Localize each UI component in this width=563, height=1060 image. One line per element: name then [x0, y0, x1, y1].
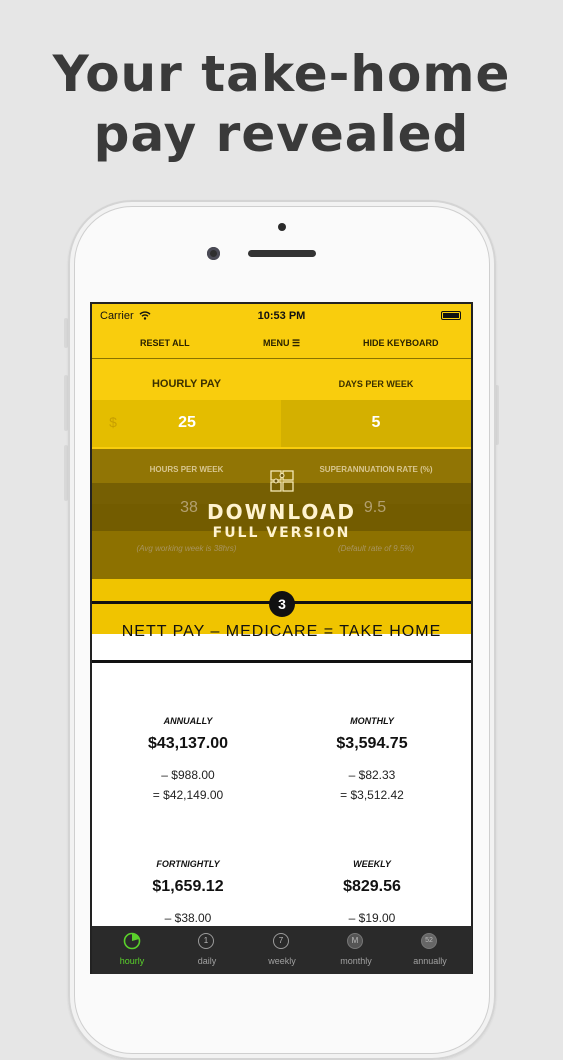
result-take-home: = $3,512.42 — [340, 788, 404, 802]
result-fortnightly: FORTNIGHTLY $1,659.12 – $38.00 — [98, 859, 278, 928]
weekly-icon: 7 — [273, 933, 289, 949]
days-per-week-label: DAYS PER WEEK — [338, 379, 414, 389]
app-toolbar: RESET ALL MENU ☰ HIDE KEYBOARD — [92, 328, 471, 359]
tab-bar: hourly 1 daily 7 weekly M monthly 52 ann… — [92, 926, 472, 974]
tab-annually[interactable]: 52 annually — [392, 926, 468, 974]
super-rate-label: SUPERANNUATION RATE (%) — [319, 465, 433, 474]
result-amount: $43,137.00 — [147, 735, 229, 752]
result-medicare: – $19.00 — [348, 911, 396, 925]
tab-hourly[interactable]: hourly — [94, 926, 170, 974]
tab-label: annually — [413, 956, 447, 966]
result-monthly: MONTHLY $3,594.75 – $82.33 = $3,512.42 — [282, 716, 462, 805]
hourly-clock-icon — [123, 932, 141, 950]
result-medicare: – $82.33 — [348, 768, 396, 782]
super-rate-hint: (Default rate of 9.5%) — [337, 544, 415, 553]
status-time: 10:53 PM — [257, 310, 306, 322]
result-amount: $3,594.75 — [336, 735, 408, 752]
result-label: MONTHLY — [350, 716, 394, 726]
result-label: ANNUALLY — [163, 716, 213, 726]
annually-icon: 52 — [421, 933, 437, 949]
download-subtitle[interactable]: FULL VERSION — [92, 525, 471, 541]
result-medicare: – $988.00 — [161, 768, 215, 782]
currency-symbol: $ — [109, 414, 117, 430]
result-take-home: = $42,149.00 — [152, 788, 224, 802]
monthly-icon: M — [347, 933, 363, 949]
tab-monthly[interactable]: M monthly — [318, 926, 394, 974]
front-camera — [207, 247, 220, 260]
proximity-sensor — [278, 223, 286, 231]
headline-line-1: Your take-home — [52, 45, 511, 103]
status-bar: Carrier 10:53 PM — [92, 304, 471, 328]
take-home-title: NETT PAY – MEDICARE = TAKE HOME — [92, 604, 471, 663]
puzzle-icon — [270, 470, 294, 492]
hours-per-week-label: HOURS PER WEEK — [149, 465, 224, 474]
tab-label: daily — [197, 956, 217, 966]
app-screen: Carrier 10:53 PM RESET ALL MENU ☰ HIDE K… — [90, 302, 473, 974]
hourly-pay-label: HOURLY PAY — [151, 378, 222, 390]
tab-weekly[interactable]: 7 weekly — [244, 926, 320, 974]
hours-per-week-hint: (Avg working week is 38hrs) — [136, 544, 237, 553]
daily-icon: 1 — [198, 933, 214, 949]
earpiece-speaker — [248, 250, 316, 257]
result-label: WEEKLY — [353, 859, 391, 869]
result-weekly: WEEKLY $829.56 – $19.00 — [282, 859, 462, 928]
hourly-pay-input[interactable]: 25 — [162, 414, 212, 432]
result-medicare: – $38.00 — [164, 911, 212, 925]
download-title[interactable]: DOWNLOAD — [92, 500, 471, 524]
result-annually: ANNUALLY $43,137.00 – $988.00 = $42,149.… — [98, 716, 278, 805]
result-amount: $1,659.12 — [152, 878, 224, 895]
tab-label: weekly — [268, 956, 296, 966]
tab-daily[interactable]: 1 daily — [169, 926, 245, 974]
reset-all-button[interactable]: RESET ALL — [140, 338, 190, 348]
tab-label: hourly — [119, 956, 145, 966]
tab-label: monthly — [340, 956, 372, 966]
input-grid: HOURLY PAY DAYS PER WEEK $ 25 5 HOURS PE… — [92, 359, 471, 634]
days-per-week-input[interactable]: 5 — [351, 414, 401, 432]
battery-icon — [441, 311, 461, 320]
headline: Your take-home pay revealed — [0, 44, 563, 164]
result-amount: $829.56 — [343, 878, 401, 895]
result-label: FORTNIGHTLY — [156, 859, 220, 869]
hide-keyboard-button[interactable]: HIDE KEYBOARD — [363, 338, 439, 348]
menu-button[interactable]: MENU ☰ — [263, 338, 300, 349]
headline-line-2: pay revealed — [93, 105, 470, 163]
